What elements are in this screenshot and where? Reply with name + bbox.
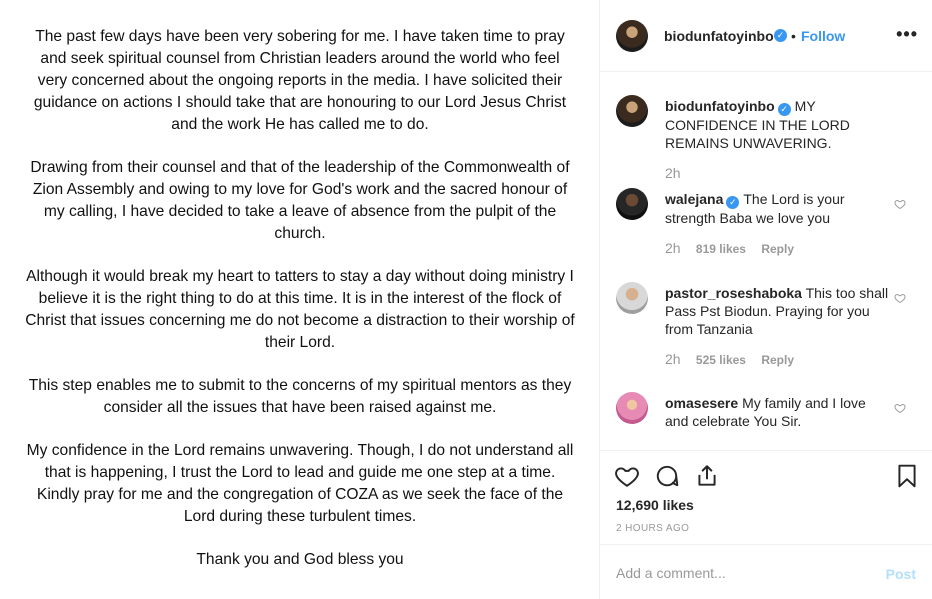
comment-likes[interactable]: 525 likes <box>696 353 746 367</box>
post-header: biodunfatoyinbo ✓ • Follow ••• <box>600 0 932 72</box>
caption-time[interactable]: 2h <box>665 165 681 181</box>
separator-dot: • <box>791 28 796 44</box>
action-bar: 12,690 likes 2 HOURS AGO <box>600 450 932 544</box>
comment-time[interactable]: 2h <box>665 240 681 256</box>
comment-likes[interactable]: 819 likes <box>696 242 746 256</box>
verified-icon: ✓ <box>777 103 791 116</box>
commenter-avatar[interactable] <box>616 392 648 424</box>
statement-text: The past few days have been very soberin… <box>24 26 576 592</box>
post-timestamp[interactable]: 2 HOURS AGO <box>616 523 689 534</box>
caption-username[interactable]: biodunfatoyinbo <box>665 98 775 114</box>
statement-paragraph: The past few days have been very soberin… <box>33 28 567 133</box>
author-avatar[interactable] <box>616 20 648 52</box>
statement-paragraph: Drawing from their counsel and that of t… <box>30 159 570 242</box>
post-sidebar: biodunfatoyinbo ✓ • Follow ••• biodunfat… <box>600 0 932 599</box>
comment-body: pastor_roseshaboka This too shall Pass P… <box>665 284 890 338</box>
post-button[interactable]: Post <box>886 566 916 582</box>
statement-paragraph: This step enables me to submit to the co… <box>28 377 572 416</box>
post-image[interactable]: The past few days have been very soberin… <box>0 0 600 599</box>
commenter-avatar[interactable] <box>616 188 648 220</box>
comment-meta: 2h 525 likes Reply <box>665 351 794 367</box>
verified-icon: ✓ <box>774 29 787 42</box>
commenter-avatar[interactable] <box>616 282 648 314</box>
reply-button[interactable]: Reply <box>761 242 794 256</box>
reply-button[interactable]: Reply <box>761 353 794 367</box>
comment-icon[interactable] <box>654 463 680 489</box>
verified-icon: ✓ <box>726 196 740 209</box>
add-comment-bar: Post <box>600 544 932 599</box>
comment-heart-icon[interactable] <box>894 402 906 414</box>
comment-heart-icon[interactable] <box>894 198 906 210</box>
caption-meta: 2h <box>665 165 693 181</box>
comment-heart-icon[interactable] <box>894 292 906 304</box>
comment-body: omasesere My family and I love and celeb… <box>665 394 890 430</box>
share-icon[interactable] <box>694 463 720 489</box>
comments-list[interactable]: biodunfatoyinbo ✓ MY CONFIDENCE IN THE LOR… <box>600 73 932 450</box>
comment-username[interactable]: pastor_roseshaboka <box>665 285 802 301</box>
statement-paragraph: My confidence in the Lord remains unwave… <box>26 442 574 525</box>
author-avatar[interactable] <box>616 95 648 127</box>
comment-meta: 2h 819 likes Reply <box>665 240 794 256</box>
comment-time[interactable]: 2h <box>665 351 681 367</box>
comment-input[interactable] <box>616 565 866 581</box>
comment-username[interactable]: omasesere <box>665 395 738 411</box>
statement-paragraph: Although it would break my heart to tatt… <box>25 268 575 351</box>
likes-count[interactable]: 12,690 likes <box>616 497 694 513</box>
more-icon[interactable]: ••• <box>896 24 918 45</box>
heart-icon[interactable] <box>614 463 640 489</box>
caption-body: biodunfatoyinbo ✓ MY CONFIDENCE IN THE LOR… <box>665 97 890 152</box>
author-username[interactable]: biodunfatoyinbo <box>664 28 774 44</box>
bookmark-icon[interactable] <box>894 463 920 489</box>
follow-button[interactable]: Follow <box>801 28 845 44</box>
statement-paragraph: Thank you and God bless you <box>196 551 404 568</box>
comment-body: walejana ✓ The Lord is your strength Baba … <box>665 190 890 227</box>
comment-username[interactable]: walejana <box>665 191 723 207</box>
